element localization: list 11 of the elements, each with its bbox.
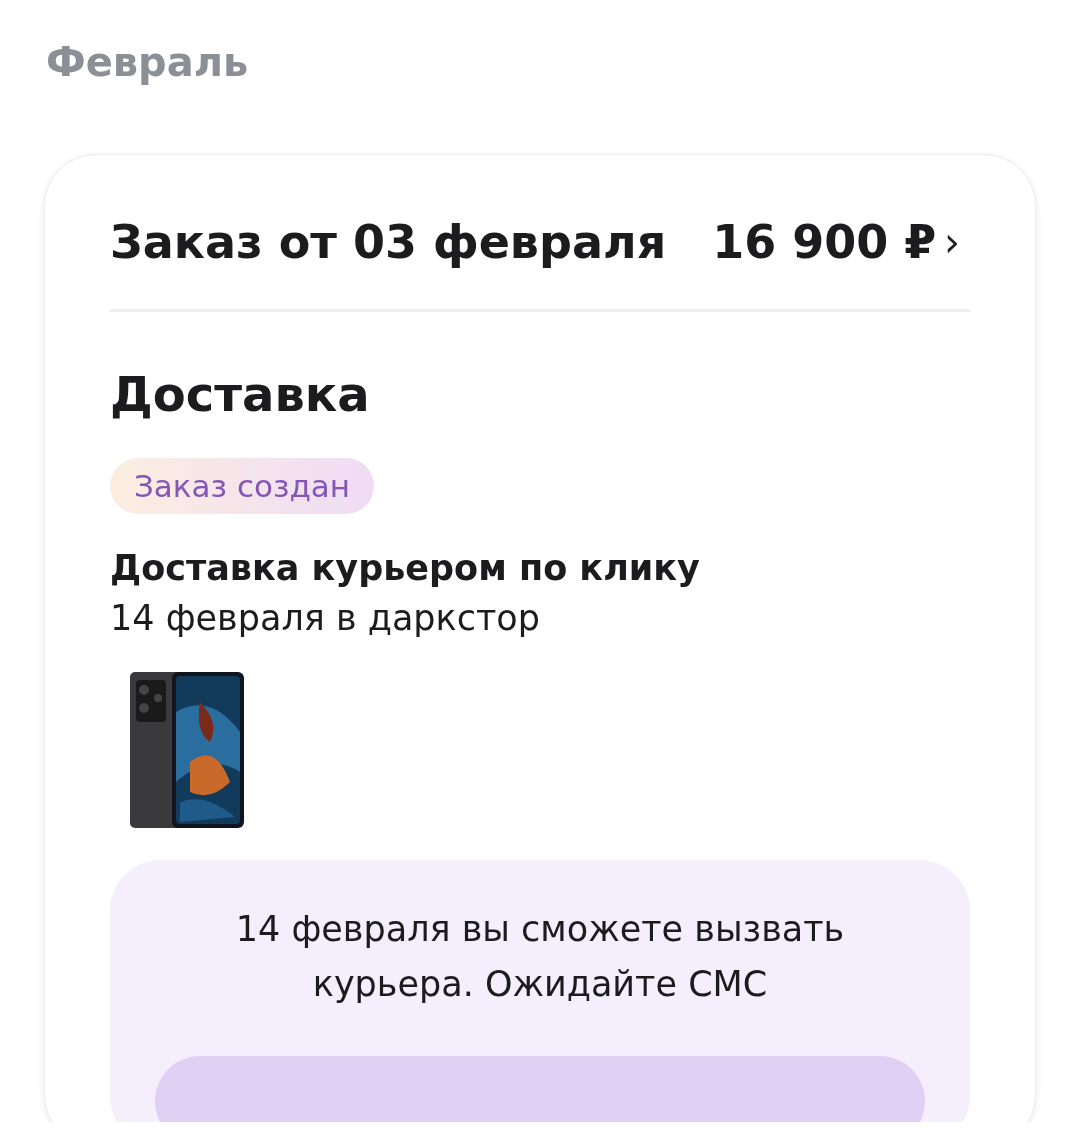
- delivery-date: 14 февраля в даркстор: [110, 598, 541, 638]
- status-badge: Заказ создан: [110, 458, 375, 514]
- section-title: Доставка: [110, 365, 371, 424]
- delivery-method: Доставка курьером по клику: [110, 548, 701, 588]
- notice-text: 14 февраля вы сможете вызвать курьера. Ожидайте СМС: [234, 908, 846, 1006]
- action-button[interactable]: [155, 1056, 925, 1122]
- order-title: Заказ от 03 февраля: [110, 215, 667, 269]
- chevron-icon[interactable]: ›: [944, 219, 960, 265]
- order-card[interactable]: Заказ от 03 февраля 16 900 ₽ › Доставка Заказ создан Доставка курьером по клику 14 февраля в даркстор 14 февраля вы сможете вызвать курьера. Ожидайте СМС: [44, 154, 1036, 1122]
- month-heading: Февраль: [46, 38, 250, 87]
- order-total: 16 900 ₽: [712, 215, 937, 269]
